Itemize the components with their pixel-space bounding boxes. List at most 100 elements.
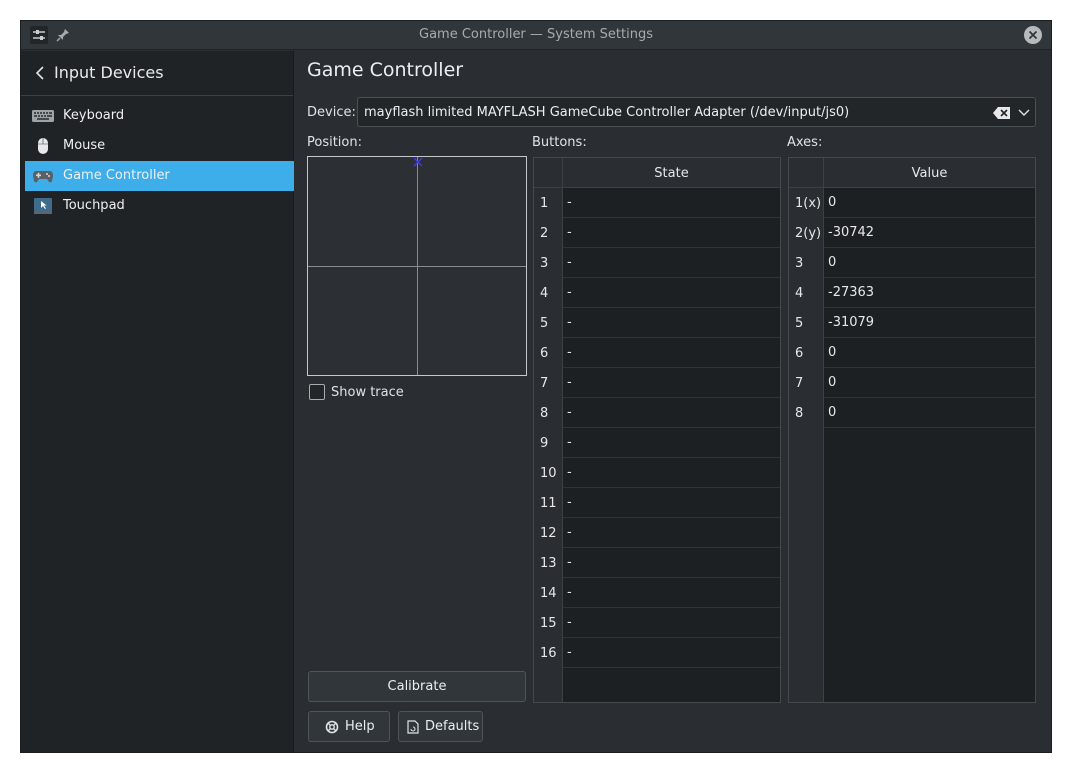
back-label: Input Devices — [54, 63, 164, 82]
sidebar: Input Devices Keyboard Mouse Game Contro… — [21, 51, 294, 752]
table-row: 12- — [534, 518, 780, 548]
table-cell: - — [567, 645, 572, 660]
axes-table: Value 1(x) 0 2(y) -30742 3 0 4 -27363 5 -31079 6 0 7… — [788, 157, 1036, 703]
table-cell: - — [567, 345, 572, 360]
row-header: 6 — [534, 338, 563, 368]
table-row: 14- — [534, 578, 780, 608]
sidebar-item-touchpad[interactable]: Touchpad — [25, 191, 294, 221]
table-cell: -30742 — [828, 225, 875, 240]
chevron-left-icon — [35, 66, 44, 80]
sidebar-item-label: Keyboard — [63, 108, 125, 123]
chevron-down-icon[interactable] — [1018, 108, 1030, 118]
table-row: 13- — [534, 548, 780, 578]
document-reset-icon — [407, 720, 419, 734]
touchpad-icon — [34, 198, 52, 214]
clear-icon[interactable] — [993, 106, 1011, 120]
title-bar: Game Controller — System Settings — [21, 21, 1051, 50]
table-row: 10- — [534, 458, 780, 488]
table-row: 11- — [534, 488, 780, 518]
page-title: Game Controller — [307, 59, 464, 81]
table-cell: - — [567, 405, 572, 420]
back-button[interactable]: Input Devices — [21, 51, 293, 96]
checkbox-box[interactable] — [309, 384, 325, 400]
table-cell: - — [567, 375, 572, 390]
table-cell: - — [567, 525, 572, 540]
table-row: 7- — [534, 368, 780, 398]
row-header: 5 — [789, 308, 824, 338]
buttons-state-header: State — [563, 158, 780, 188]
table-row: 2(y) -30742 — [789, 218, 1035, 248]
table-cell: 0 — [828, 345, 837, 360]
table-cell: 0 — [828, 375, 837, 390]
row-header: 2(y) — [789, 218, 824, 248]
sidebar-item-label: Game Controller — [63, 168, 170, 183]
position-display — [307, 156, 527, 376]
table-cell: 0 — [828, 255, 837, 270]
table-row: 30 — [789, 248, 1035, 278]
row-header: 6 — [789, 338, 824, 368]
row-header: 4 — [534, 278, 563, 308]
row-header: 1 — [534, 188, 563, 218]
row-header: 15 — [534, 608, 563, 638]
defaults-button[interactable]: Defaults — [398, 711, 483, 742]
calibrate-button[interactable]: Calibrate — [308, 671, 526, 702]
table-cell: - — [567, 285, 572, 300]
sidebar-item-mouse[interactable]: Mouse — [25, 131, 294, 161]
row-header: 8 — [534, 398, 563, 428]
table-cell: -27363 — [828, 285, 875, 300]
table-cell: - — [567, 615, 572, 630]
table-cell: 0 — [828, 195, 837, 210]
table-row: 16- — [534, 638, 780, 668]
table-row: 6- — [534, 338, 780, 368]
table-cell: -31079 — [828, 315, 875, 330]
position-horizontal-axis — [308, 266, 526, 267]
table-cell: - — [567, 225, 572, 240]
table-cell: - — [567, 315, 572, 330]
table-row: 2- — [534, 218, 780, 248]
table-cell: - — [567, 255, 572, 270]
table-row: 5 -31079 — [789, 308, 1035, 338]
device-value: mayflash limited MAYFLASH GameCube Contr… — [364, 105, 850, 120]
table-row: 4 -27363 — [789, 278, 1035, 308]
row-header: 10 — [534, 458, 563, 488]
row-header: 4 — [789, 278, 824, 308]
help-button[interactable]: Help — [308, 711, 390, 742]
sidebar-item-game-controller[interactable]: Game Controller — [25, 161, 294, 191]
help-label: Help — [345, 719, 375, 734]
table-row: 60 — [789, 338, 1035, 368]
table-row: 3- — [534, 248, 780, 278]
defaults-label: Defaults — [425, 719, 480, 734]
position-marker — [413, 157, 423, 167]
calibrate-label: Calibrate — [387, 679, 447, 694]
row-header: 2 — [534, 218, 563, 248]
row-header: 3 — [789, 248, 824, 278]
row-header: 13 — [534, 548, 563, 578]
mouse-icon — [38, 138, 48, 154]
sidebar-item-label: Mouse — [63, 138, 106, 153]
buttons-label: Buttons: — [532, 135, 587, 150]
help-icon — [325, 720, 339, 734]
axes-label: Axes: — [787, 135, 823, 150]
show-trace-label: Show trace — [331, 385, 404, 400]
sidebar-item-keyboard[interactable]: Keyboard — [25, 101, 294, 131]
device-select[interactable]: mayflash limited MAYFLASH GameCube Contr… — [357, 97, 1036, 127]
row-header: 11 — [534, 488, 563, 518]
row-header: 7 — [534, 368, 563, 398]
main-panel: Game Controller Device: mayflash limited… — [295, 51, 1051, 752]
table-row: 8- — [534, 398, 780, 428]
table-row: 4- — [534, 278, 780, 308]
table-cell: - — [567, 435, 572, 450]
table-cell: - — [567, 585, 572, 600]
row-header: 8 — [789, 398, 824, 428]
buttons-table: State 1-2-3-4-5-6-7-8-9-10-11-12-13-14-1… — [533, 157, 781, 703]
window-title: Game Controller — System Settings — [419, 27, 653, 42]
row-header: 1(x) — [789, 188, 824, 218]
table-row: 80 — [789, 398, 1035, 428]
close-icon[interactable] — [1023, 25, 1043, 45]
position-label: Position: — [307, 135, 362, 150]
row-header: 9 — [534, 428, 563, 458]
table-cell: 0 — [828, 405, 837, 420]
table-row: 9- — [534, 428, 780, 458]
table-row: 1(x) 0 — [789, 188, 1035, 218]
table-row: 5- — [534, 308, 780, 338]
